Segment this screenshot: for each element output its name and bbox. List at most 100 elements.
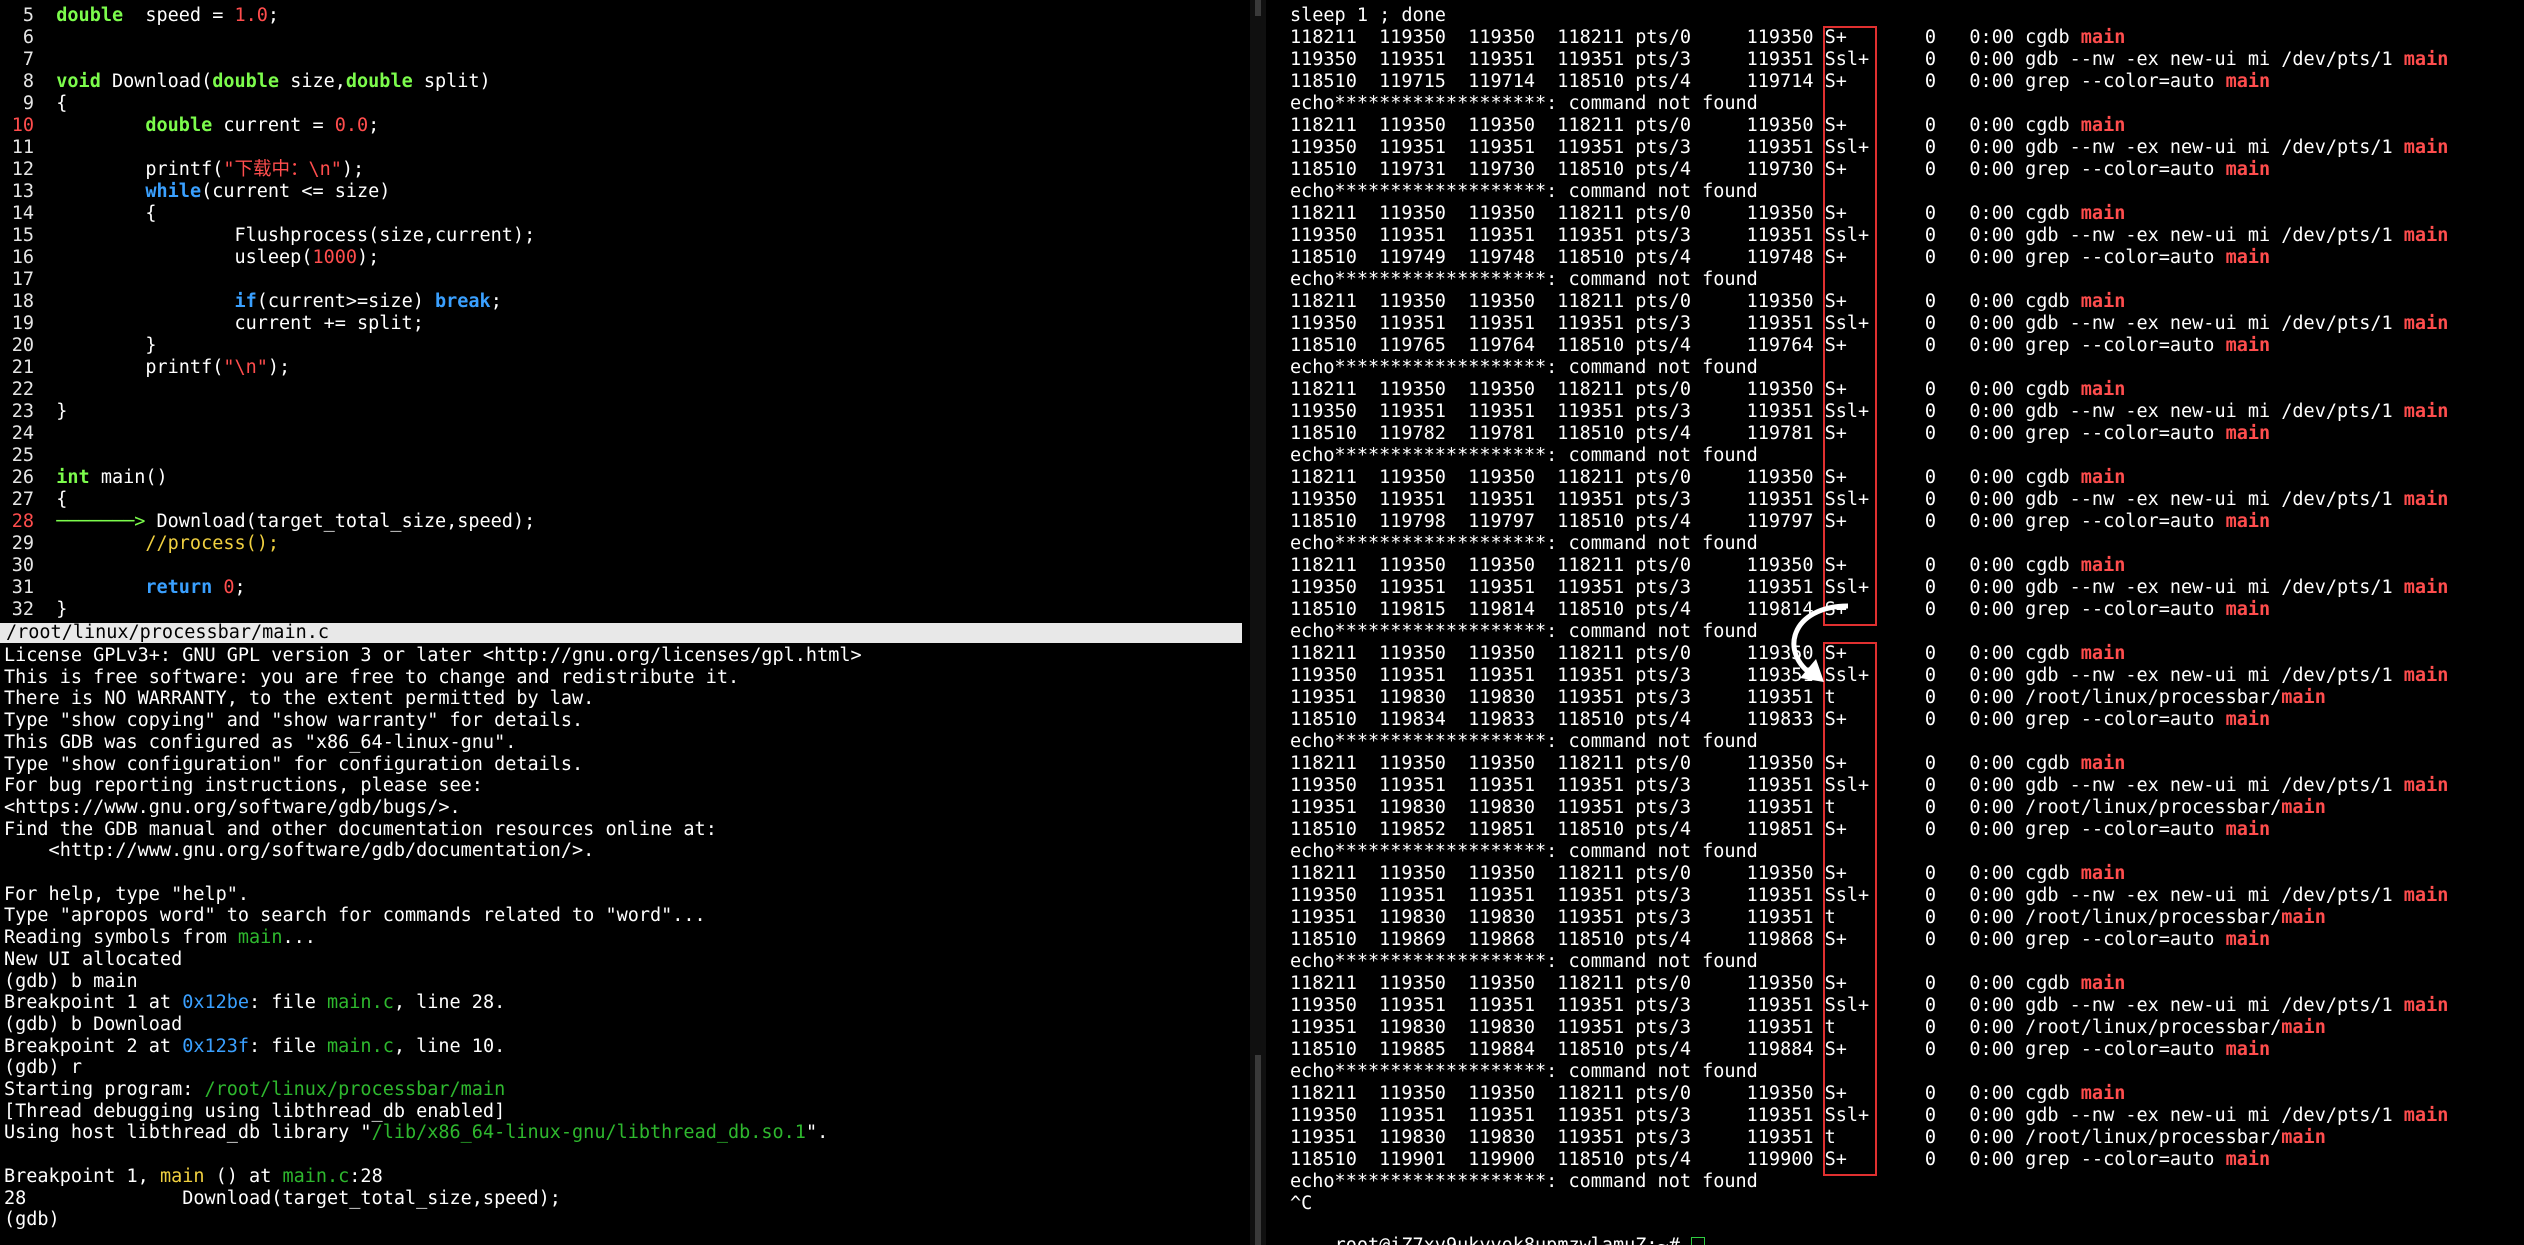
gdb-line: Using host libthread_db library "/lib/x8… [4, 1122, 828, 1144]
source-line[interactable]: 28 ───────> Download(target_total_size,s… [4, 511, 536, 533]
source-line[interactable]: 25 [4, 445, 56, 467]
source-line[interactable]: 21 printf("\n"); [4, 357, 290, 379]
text-span: 119351 119830 119830 119351 pts/3 119351… [1290, 1017, 2282, 1038]
line-number[interactable]: 24 [4, 423, 34, 445]
source-line[interactable]: 20 } [4, 335, 157, 357]
text-span: :28 [349, 1165, 383, 1187]
source-line[interactable]: 16 usleep(1000); [4, 247, 380, 269]
text-span: echo*******************: command not fou… [1290, 181, 1758, 202]
text-span: Type "show configuration" for configurat… [4, 753, 584, 775]
source-line[interactable]: 10 double current = 0.0; [4, 115, 380, 137]
text-span: 0x123f [182, 1035, 250, 1057]
line-number[interactable]: 15 [4, 225, 34, 247]
text-span: main [2225, 929, 2271, 950]
source-line[interactable]: 24 [4, 423, 56, 445]
terminal-line: 118211 119350 119350 118211 pts/0 119350… [1290, 753, 2125, 775]
source-line[interactable]: 22 [4, 379, 56, 401]
source-line[interactable]: 12 printf("下载中：\n"); [4, 159, 364, 181]
source-line[interactable]: 19 current += split; [4, 313, 424, 335]
line-number[interactable]: 11 [4, 137, 34, 159]
source-line[interactable]: 31 return 0; [4, 577, 246, 599]
source-line[interactable]: 14 { [4, 203, 157, 225]
text-span: 118510 119731 119730 118510 pts/4 119730… [1290, 159, 2226, 180]
text-span: 118211 119350 119350 118211 pts/0 119350… [1290, 291, 2081, 312]
line-number[interactable]: 5 [4, 5, 34, 27]
line-number[interactable]: 10 [4, 115, 34, 137]
text-span: For help, type "help". [4, 883, 250, 905]
text-span: main [2403, 137, 2449, 158]
terminal-line: 119351 119830 119830 119351 pts/3 119351… [1290, 1017, 2326, 1039]
scrollbar-thumb-top[interactable] [1255, 0, 1261, 16]
line-number[interactable]: 18 [4, 291, 34, 313]
text-span: main [2225, 71, 2271, 92]
text-span: Type "apropos word" to search for comman… [4, 905, 706, 927]
text-span: , line 10. [393, 1035, 506, 1057]
line-number[interactable]: 13 [4, 181, 34, 203]
terminal-line: 118510 119869 119868 118510 pts/4 119868… [1290, 929, 2270, 951]
line-number[interactable]: 30 [4, 555, 34, 577]
text-span: <https://www.gnu.org/software/gdb/bugs/>… [4, 796, 461, 818]
shell-prompt: root@iZ7xv9ukyvok8upmzwlamuZ:~# [1335, 1235, 1691, 1245]
line-number[interactable]: 25 [4, 445, 34, 467]
source-line[interactable]: 13 while(current <= size) [4, 181, 391, 203]
line-number[interactable]: 21 [4, 357, 34, 379]
line-number[interactable]: 27 [4, 489, 34, 511]
line-number[interactable]: 8 [4, 71, 34, 93]
line-number[interactable]: 26 [4, 467, 34, 489]
source-line[interactable]: 32 } [4, 599, 68, 621]
text-span: /root/linux/processbar/main [204, 1079, 506, 1100]
source-line[interactable]: 8 void Download(double size,double split… [4, 71, 491, 93]
source-line[interactable]: 7 [4, 49, 56, 71]
terminal-pane[interactable]: sleep 1 ; done 118211 119350 119350 11821… [1266, 0, 2524, 1245]
line-number[interactable]: 17 [4, 269, 34, 291]
terminal-line: sleep 1 ; done [1290, 5, 1446, 27]
text-span: main [2080, 379, 2126, 400]
shell-prompt-line[interactable]: root@iZ7xv9ukyvok8upmzwlamuZ:~# [1290, 1213, 1705, 1245]
line-number[interactable]: 7 [4, 49, 34, 71]
line-number[interactable]: 31 [4, 577, 34, 599]
terminal-line: 118510 119765 119764 118510 pts/4 119764… [1290, 335, 2270, 357]
line-number[interactable]: 20 [4, 335, 34, 357]
line-number[interactable]: 22 [4, 379, 34, 401]
text-span: ". [805, 1122, 829, 1144]
line-number[interactable]: 14 [4, 203, 34, 225]
line-number[interactable]: 28 [4, 511, 34, 533]
terminal-line: echo*******************: command not fou… [1290, 1171, 1758, 1193]
line-number[interactable]: 12 [4, 159, 34, 181]
pane-divider[interactable] [1250, 0, 1266, 1245]
source-line[interactable]: 30 [4, 555, 56, 577]
source-line[interactable]: 17 [4, 269, 56, 291]
line-number[interactable]: 32 [4, 599, 34, 621]
source-line[interactable]: 11 [4, 137, 56, 159]
text-span: ); [267, 357, 291, 378]
scrollbar-thumb[interactable] [1255, 1055, 1261, 1245]
text-span: Download( [100, 71, 213, 92]
line-number[interactable]: 23 [4, 401, 34, 423]
text-span: 119351 119830 119830 119351 pts/3 119351… [1290, 907, 2282, 928]
line-number[interactable]: 29 [4, 533, 34, 555]
line-number[interactable]: 9 [4, 93, 34, 115]
line-number[interactable]: 6 [4, 27, 34, 49]
text-span [56, 291, 234, 312]
terminal-line: echo*******************: command not fou… [1290, 269, 1758, 291]
cgdb-pane[interactable]: 5 double speed = 1.0; 6 7 8 void Download… [0, 0, 1250, 1245]
line-number[interactable]: 19 [4, 313, 34, 335]
source-line[interactable]: 27 { [4, 489, 68, 511]
line-number[interactable]: 16 [4, 247, 34, 269]
source-line[interactable]: 6 [4, 27, 56, 49]
text-span: 119351 119830 119830 119351 pts/3 119351… [1290, 1127, 2282, 1148]
text-span: main [2403, 313, 2449, 334]
text-span: return [145, 577, 213, 598]
source-line[interactable]: 5 double speed = 1.0; [4, 5, 279, 27]
annotation-arrow [1791, 603, 1849, 682]
terminal-line: 118211 119350 119350 118211 pts/0 119350… [1290, 467, 2125, 489]
source-line[interactable]: 18 if(current>=size) break; [4, 291, 502, 313]
text-span: main [2080, 555, 2126, 576]
source-line[interactable]: 29 //process(); [4, 533, 279, 555]
source-line[interactable]: 23 } [4, 401, 68, 423]
text-span: current += split; [56, 313, 424, 334]
source-line[interactable]: 9 { [4, 93, 68, 115]
text-span: speed = [123, 5, 235, 26]
source-line[interactable]: 15 Flushprocess(size,current); [4, 225, 536, 247]
source-line[interactable]: 26 int main() [4, 467, 168, 489]
